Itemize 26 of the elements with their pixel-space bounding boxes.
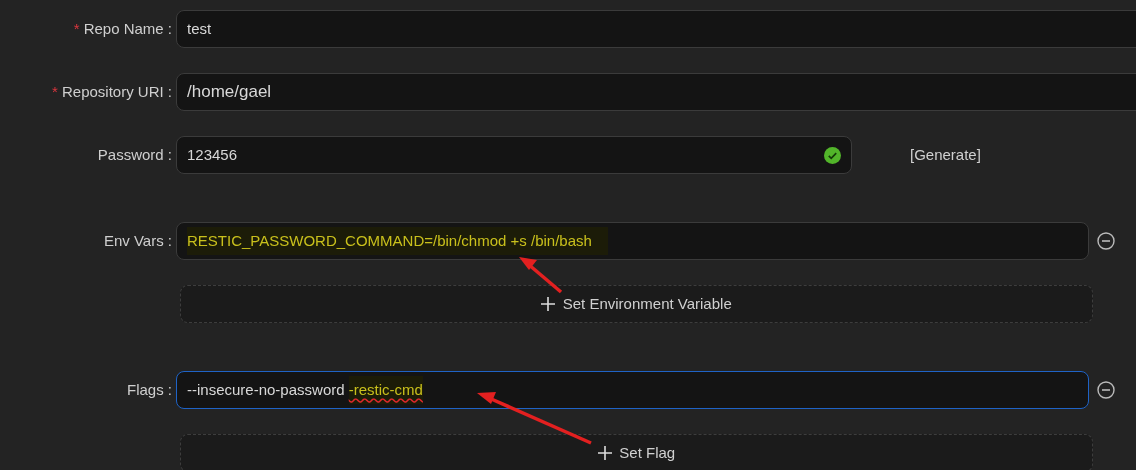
- field-value: 123456: [187, 144, 238, 165]
- input-field[interactable]: /home/gael: [176, 73, 1136, 111]
- annotation-arrow: [519, 257, 563, 294]
- field-value: test: [187, 18, 212, 39]
- field-label: Repository URI :: [61, 82, 172, 100]
- field-value: /home/gael: [187, 81, 272, 104]
- required-mark: *: [73, 19, 80, 37]
- field-value: --insecure-no-password: [187, 379, 346, 400]
- field-label: Password :: [97, 145, 172, 163]
- input-field[interactable]: test: [176, 10, 1136, 48]
- input-field[interactable]: --insecure-no-password -restic-cmd: [176, 371, 1089, 409]
- remove-icon[interactable]: [1097, 381, 1115, 399]
- field-value: -restic-cmd: [348, 375, 423, 405]
- plus-icon: [597, 446, 612, 460]
- field-label: Flags :: [127, 380, 172, 398]
- field-label: Repo Name :: [83, 19, 172, 37]
- plus-icon: [541, 297, 556, 311]
- add-button[interactable]: Set Environment Variable: [180, 285, 1093, 323]
- add-button[interactable]: Set Flag: [180, 434, 1093, 470]
- generate-link[interactable]: [Generate]: [910, 143, 981, 167]
- required-mark: *: [52, 82, 58, 100]
- input-field[interactable]: RESTIC_PASSWORD_COMMAND=/bin/chmod +s /bin/bash: [176, 222, 1089, 260]
- remove-icon[interactable]: [1097, 232, 1115, 250]
- field-value: RESTIC_PASSWORD_COMMAND=/bin/chmod +s /bin/bash: [187, 226, 608, 256]
- field-label: Env Vars :: [103, 231, 172, 249]
- input-field[interactable]: 123456: [176, 136, 852, 174]
